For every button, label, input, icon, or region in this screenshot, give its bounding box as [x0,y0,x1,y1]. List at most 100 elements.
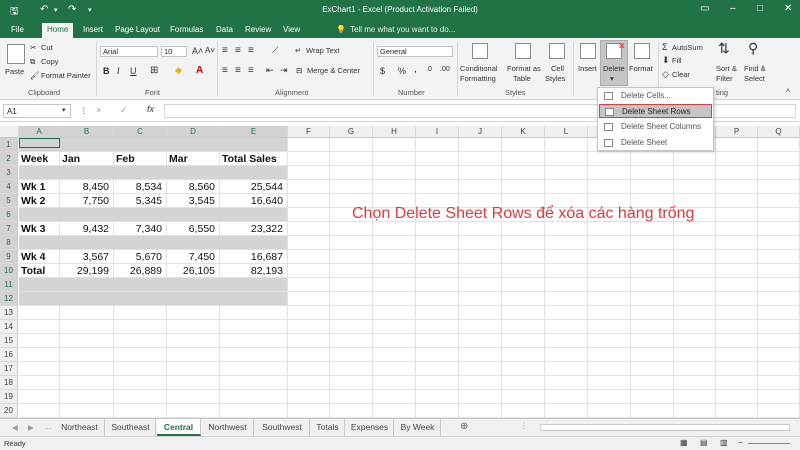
paste-icon[interactable] [7,44,25,64]
menu-item-delete-sheet-rows[interactable]: Delete Sheet Rows [599,104,712,118]
currency-button[interactable]: $ [380,66,385,76]
column-header-j[interactable]: J [459,126,502,138]
row-header-15[interactable]: 15 [0,334,18,348]
maximize-icon[interactable]: □ [757,3,763,14]
cut-icon[interactable]: ✂ [30,43,36,52]
percent-button[interactable]: % [398,66,406,76]
increase-indent-icon[interactable]: ⇥ [280,65,288,76]
zoom-slider[interactable] [748,443,790,444]
tell-me-box[interactable]: Tell me what you want to do... [350,25,455,34]
cell-d9[interactable]: 7,450 [167,251,215,263]
row-header-1[interactable]: 1 [0,138,18,152]
cell-c7[interactable]: 7,340 [114,223,162,235]
cell-b2[interactable]: Jan [62,153,80,165]
tab-home[interactable]: Home [42,23,74,38]
cell-c2[interactable]: Feb [116,153,135,165]
cell-b9[interactable]: 3,567 [60,251,109,263]
horizontal-scrollbar[interactable] [540,424,790,431]
function-icon[interactable]: fx [147,104,154,114]
sheet-tab[interactable]: Southeast [106,419,156,436]
column-header-k[interactable]: K [502,126,545,138]
sheet-tab[interactable]: Northwest [202,419,254,436]
menu-item-delete-sheet-columns[interactable]: Delete Sheet Columns [599,120,712,134]
sheet-tab[interactable]: Totals [311,419,345,436]
row-header-12[interactable]: 12 [0,292,18,306]
scroll-left-icon[interactable]: ◀ [12,423,18,432]
selected-blank-row[interactable] [19,236,287,249]
clear-button[interactable]: Clear [672,70,690,79]
cell-d7[interactable]: 6,550 [167,223,215,235]
cell-styles-icon[interactable] [549,43,565,59]
cell-d4[interactable]: 8,560 [167,181,215,193]
tab-page-layout[interactable]: Page Layout [115,25,160,34]
row-header-10[interactable]: 10 [0,264,18,278]
row-header-7[interactable]: 7 [0,222,18,236]
decrease-decimal-icon[interactable]: .00 [440,66,450,73]
cell-d5[interactable]: 3,545 [167,195,215,207]
conditional-formatting-button[interactable]: Conditional [460,64,498,73]
row-header-11[interactable]: 11 [0,278,18,292]
row-header-14[interactable]: 14 [0,320,18,334]
cell-d10[interactable]: 26,105 [167,265,215,277]
cell-c4[interactable]: 8,534 [114,181,162,193]
tab-review[interactable]: Review [245,25,271,34]
wrap-text-icon[interactable]: ↵ [295,46,301,55]
format-painter-button[interactable]: Format Painter [41,71,91,80]
comma-button[interactable]: , [414,64,417,75]
cell-a4[interactable]: Wk 1 [21,181,46,193]
align-bottom-icon[interactable]: ≡ [248,45,254,56]
sheet-tab-active[interactable]: Central [157,419,201,436]
merge-center-button[interactable]: Merge & Center [307,66,360,75]
cell-a5[interactable]: Wk 2 [21,195,46,207]
bold-button[interactable]: B [103,66,110,76]
align-left-icon[interactable]: ≡ [222,65,228,76]
cell-e5[interactable]: 16,640 [220,195,283,207]
add-sheet-icon[interactable]: ⊕ [460,421,468,432]
sort-filter-icon[interactable]: ⇅ [718,40,730,57]
find-select-button[interactable]: Find & [744,64,766,73]
format-button[interactable]: Format [629,64,653,73]
wrap-text-button[interactable]: Wrap Text [306,46,340,55]
column-header-p[interactable]: P [716,126,758,138]
row-header-4[interactable]: 4 [0,180,18,194]
tab-view[interactable]: View [283,25,300,34]
cell-c5[interactable]: 5,345 [114,195,162,207]
active-cell-a1[interactable] [19,138,60,148]
cell-e9[interactable]: 16,687 [220,251,283,263]
row-header-17[interactable]: 17 [0,362,18,376]
cell-d2[interactable]: Mar [169,153,188,165]
align-center-icon[interactable]: ≡ [235,65,241,76]
tab-data[interactable]: Data [216,25,233,34]
close-icon[interactable]: ✕ [784,3,792,14]
align-top-icon[interactable]: ≡ [222,45,228,56]
row-header-20[interactable]: 20 [0,404,18,418]
selected-blank-row[interactable] [19,208,287,221]
column-header-g[interactable]: G [330,126,373,138]
selected-blank-row[interactable] [19,278,287,291]
row-header-2[interactable]: 2 [0,152,18,166]
cell-b4[interactable]: 8,450 [60,181,109,193]
menu-item-delete-cells[interactable]: Delete Cells... [599,89,712,103]
column-header-h[interactable]: H [373,126,416,138]
cell-e10[interactable]: 82,193 [220,265,283,277]
number-format-select[interactable]: General [377,46,453,57]
autosum-button[interactable]: AutoSum [672,43,703,52]
underline-button[interactable]: U [130,66,137,76]
shrink-font-icon[interactable]: A˅ [205,46,215,55]
sort-filter-button[interactable]: Sort & [716,64,737,73]
clear-icon[interactable]: ◇ [662,69,669,80]
tab-file[interactable]: File [11,25,24,34]
cell-a2[interactable]: Week [21,153,48,165]
fill-icon[interactable]: ⬇ [662,55,670,66]
chevron-down-icon[interactable]: ▾ [610,74,614,83]
row-header-9[interactable]: 9 [0,250,18,264]
cell-a7[interactable]: Wk 3 [21,223,46,235]
borders-icon[interactable]: ⊞ [150,65,158,76]
column-header-i[interactable]: I [416,126,459,138]
increase-decimal-icon[interactable]: .0 [426,66,432,73]
cell-b10[interactable]: 29,199 [60,265,109,277]
cell-e4[interactable]: 25,544 [220,181,283,193]
sheet-tab[interactable]: By Week [395,419,441,436]
cell-b5[interactable]: 7,750 [60,195,109,207]
decrease-indent-icon[interactable]: ⇤ [266,65,274,76]
